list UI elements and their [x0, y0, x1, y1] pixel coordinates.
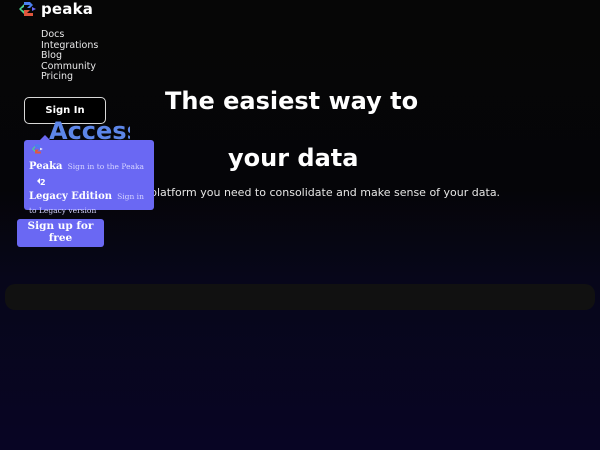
nav-item-docs[interactable]: Docs — [41, 29, 98, 41]
dropdown-pointer — [40, 135, 50, 140]
main-nav: Docs Integrations Blog Community Pricing — [41, 29, 98, 83]
peaka-logo-icon — [31, 144, 43, 154]
peaka-logo-icon — [19, 2, 36, 16]
dropdown-item-title: Legacy Edition — [29, 191, 113, 202]
svg-text:2: 2 — [40, 178, 46, 186]
nav-item-pricing[interactable]: Pricing — [41, 72, 98, 83]
dropdown-item-peaka[interactable]: Peaka Sign in to the Peaka — [29, 158, 149, 173]
sign-up-label-line2: free — [48, 231, 73, 244]
hero-subtitle: platform you need to consolidate and mak… — [150, 186, 501, 199]
dropdown-item-title: Peaka — [29, 161, 63, 172]
dropdown-item-legacy[interactable]: Legacy Edition Sign in to Legacy version — [29, 188, 151, 216]
sign-up-button[interactable]: Sign up for free — [17, 219, 104, 247]
sign-in-dropdown: Peaka Sign in to the Peaka 2 Legacy Edit… — [24, 135, 154, 215]
brand-logo[interactable]: peaka — [16, 0, 93, 18]
dropdown-item-description: Sign in to the Peaka — [67, 162, 144, 171]
hero-title-line1: The easiest way to — [165, 87, 419, 115]
brand-name: peaka — [41, 0, 94, 18]
hero-title-line2: your data — [228, 144, 359, 172]
legacy-logo-icon: 2 — [37, 178, 46, 186]
sign-up-label-line1: Sign up for — [27, 220, 94, 232]
hero-input-bar[interactable] — [5, 284, 595, 310]
